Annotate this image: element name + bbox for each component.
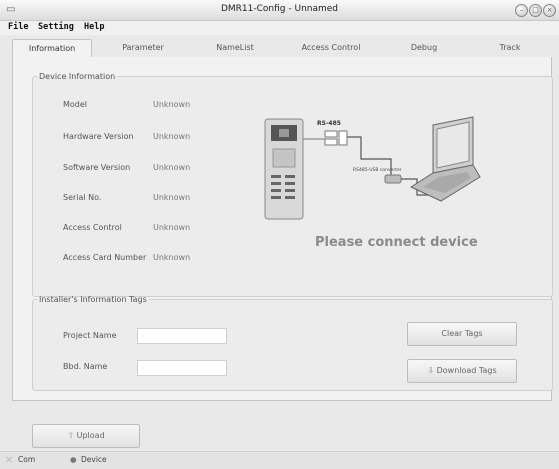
hardware-version-label: Hardware Version [63,132,134,141]
model-label: Model [63,100,88,109]
serial-no-value: Unknown [153,193,191,202]
information-panel: Device Information Model Unknown Hardwar… [12,57,553,401]
status-bar: ⤫ Com ● Device [0,451,559,469]
upload-label: Upload [76,431,105,440]
model-value: Unknown [153,100,191,109]
access-control-value: Unknown [153,223,191,232]
device-icon: ● [70,455,77,464]
tab-namelist[interactable]: NameList [196,39,274,57]
minimize-icon[interactable]: – [515,4,528,17]
menu-help[interactable]: Help [84,22,104,32]
hardware-version-value: Unknown [153,132,191,141]
upload-button[interactable]: ⇧ Upload [32,424,140,448]
terminal-block-icon [303,130,348,146]
upload-icon: ⇧ [67,431,77,440]
title-bar: ▭ DMR11-Config - Unnamed – □ × [0,0,559,21]
tab-access-control[interactable]: Access Control [288,39,374,57]
download-tags-button[interactable]: ⇩ Download Tags [407,359,517,383]
close-icon[interactable]: × [543,4,556,17]
com-icon: ⤫ [6,455,12,464]
menu-file[interactable]: File [8,22,28,32]
tab-bar: Information Parameter NameList Access Co… [12,39,552,59]
connection-diagram: RS-485 RS485-USB converter [264,116,481,220]
software-version-value: Unknown [153,163,191,172]
tab-information[interactable]: Information [12,39,92,59]
installer-information-legend: Installer's Information Tags [39,295,147,304]
access-card-number-value: Unknown [153,253,191,262]
software-version-label: Software Version [63,163,131,172]
download-tags-label: Download Tags [436,366,497,375]
tab-parameter[interactable]: Parameter [104,39,182,57]
download-icon: ⇩ [427,366,437,375]
tab-track[interactable]: Track [474,39,546,57]
connect-device-message: Please connect device [315,235,478,250]
project-name-label: Project Name [63,331,117,340]
laptop-icon [409,116,481,202]
maximize-icon[interactable]: □ [529,4,542,17]
rs485-label: RS-485 [317,120,341,127]
access-card-number-label: Access Card Number [63,253,147,262]
clear-tags-button[interactable]: Clear Tags [407,322,517,346]
bldg-name-label: Bbd. Name [63,362,108,371]
tab-debug[interactable]: Debug [388,39,460,57]
menu-bar: File Setting Help [0,21,559,35]
device-status: Device [81,455,107,464]
access-control-label: Access Control [63,223,122,232]
com-status: Com [18,455,36,464]
menu-setting[interactable]: Setting [38,22,74,32]
converter-label: RS485-USB converter [353,167,402,173]
serial-no-label: Serial No. [63,193,102,202]
bldg-name-input[interactable] [137,360,227,376]
project-name-input[interactable] [137,328,227,344]
door-station-icon [264,118,304,220]
window-title: DMR11-Config - Unnamed [220,4,339,14]
device-information-legend: Device Information [39,72,116,81]
